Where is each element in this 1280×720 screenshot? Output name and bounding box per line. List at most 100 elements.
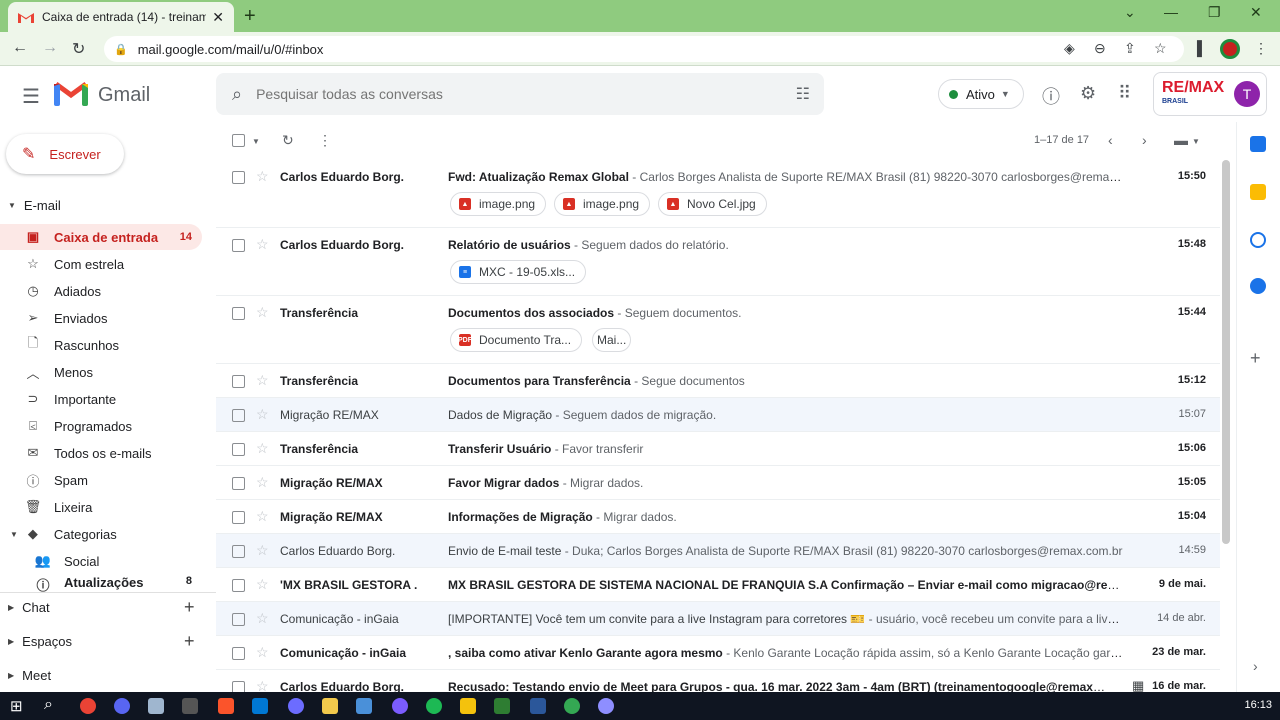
search-options-icon[interactable]: ☷ xyxy=(796,84,810,104)
zoom-icon[interactable]: ⊖ xyxy=(1094,40,1106,57)
row-checkbox[interactable] xyxy=(232,613,245,626)
add-chat-icon[interactable]: + xyxy=(184,597,195,618)
discord-taskbar-icon[interactable] xyxy=(114,698,130,714)
email-row[interactable]: ☆ Carlos Eduardo Borg. Fwd: Atualização … xyxy=(216,160,1220,228)
restore-icon[interactable]: ❐ xyxy=(1208,4,1221,21)
star-icon[interactable]: ☆ xyxy=(256,168,269,185)
select-all-checkbox[interactable] xyxy=(232,134,245,150)
tab-search-icon[interactable]: ⌄ xyxy=(1124,4,1136,21)
account-switcher[interactable]: RE/MAX BRASIL T xyxy=(1153,72,1267,116)
row-checkbox[interactable] xyxy=(232,307,245,320)
settings-taskbar-icon[interactable] xyxy=(598,698,614,714)
new-tab-icon[interactable]: + xyxy=(244,5,256,28)
spaces-section[interactable]: ▶ Espaços + xyxy=(8,631,208,652)
extension-eye-icon[interactable]: ◈ xyxy=(1064,40,1075,57)
search-input[interactable] xyxy=(256,86,757,102)
attachment-chip[interactable]: ▲ image.png xyxy=(450,192,547,216)
email-row[interactable]: ☆ Transferência Documentos dos associado… xyxy=(216,296,1220,364)
chrome-profile-taskbar-icon[interactable] xyxy=(564,698,580,714)
email-row[interactable]: ☆ Comunicação - inGaia [IMPORTANTE] Você… xyxy=(216,602,1220,636)
audio-app-taskbar-icon[interactable] xyxy=(182,698,198,714)
browser-profile-icon[interactable] xyxy=(1220,39,1240,59)
row-checkbox[interactable] xyxy=(232,375,245,388)
star-icon[interactable]: ☆ xyxy=(256,474,269,491)
sidebar-item-scheduled[interactable]: ⍃ Programados xyxy=(0,413,202,439)
row-checkbox[interactable] xyxy=(232,511,245,524)
browser-tab[interactable]: Caixa de entrada (14) - treinamentogoogl… xyxy=(8,2,234,32)
density-icon[interactable]: ▬ xyxy=(1174,132,1188,148)
compose-button[interactable]: ✎ Escrever xyxy=(6,134,124,174)
star-icon[interactable]: ☆ xyxy=(256,372,269,389)
email-row[interactable]: ☆ 'MX BRASIL GESTORA . MX BRASIL GESTORA… xyxy=(216,568,1220,602)
search-icon[interactable]: ⌕ xyxy=(232,84,242,105)
sidebar-item-categories[interactable]: ▼ ◆ Categorias xyxy=(0,521,202,547)
attachment-chip[interactable]: ▲ image.png xyxy=(554,192,651,216)
star-icon[interactable]: ☆ xyxy=(256,576,269,593)
star-icon[interactable]: ☆ xyxy=(256,508,269,525)
keep-app-icon[interactable] xyxy=(1250,184,1266,200)
sidebar-item-starred[interactable]: ☆ Com estrela xyxy=(0,251,202,277)
sidebar-item-snoozed[interactable]: ◷ Adiados xyxy=(0,278,202,304)
minimize-icon[interactable]: — xyxy=(1164,4,1178,20)
apps-grid-icon[interactable]: ⠿ xyxy=(1118,83,1131,104)
email-row[interactable]: ☆ Carlos Eduardo Borg. Envio de E-mail t… xyxy=(216,534,1220,568)
density-dropdown-icon[interactable]: ▼ xyxy=(1192,137,1200,146)
more-options-icon[interactable]: ⋮ xyxy=(318,132,332,149)
sidebar-item-inbox[interactable]: ▣ Caixa de entrada 14 xyxy=(0,224,202,250)
email-list-scrollbar[interactable] xyxy=(1222,160,1230,544)
app-taskbar-icon[interactable] xyxy=(288,698,304,714)
email-row[interactable]: ☆ Carlos Eduardo Borg. Recusado: Testand… xyxy=(216,670,1220,692)
notepad-taskbar-icon[interactable] xyxy=(148,698,164,714)
reload-icon[interactable]: ↻ xyxy=(72,39,85,59)
window-close-icon[interactable]: ✕ xyxy=(1250,4,1262,21)
row-checkbox[interactable] xyxy=(232,647,245,660)
star-icon[interactable]: ☆ xyxy=(256,542,269,559)
row-checkbox[interactable] xyxy=(232,239,245,252)
attachment-chip[interactable]: ≡ MXC - 19-05.xls... xyxy=(450,260,587,284)
email-row[interactable]: ☆ Transferência Documentos para Transfer… xyxy=(216,364,1220,398)
word-taskbar-icon[interactable] xyxy=(530,698,546,714)
tab-close-icon[interactable]: ✕ xyxy=(212,9,224,26)
star-icon[interactable]: ☆ xyxy=(256,610,269,627)
sidebar-item-less[interactable]: ︿ Menos xyxy=(0,359,202,385)
address-bar[interactable]: 🔒 mail.google.com/mail/u/0/#inbox xyxy=(104,36,1184,62)
windows-start-icon[interactable]: ⊞ xyxy=(10,697,23,715)
avatar[interactable]: T xyxy=(1234,81,1260,107)
sidebar-item-drafts[interactable]: 🗋 Rascunhos xyxy=(0,332,202,358)
sidebar-item-updates[interactable]: ⓘ Atualizações 8 xyxy=(0,575,202,592)
meet-section[interactable]: ▶ Meet xyxy=(8,668,208,683)
sidebar-item-sent[interactable]: ➢ Enviados xyxy=(0,305,202,331)
select-dropdown-icon[interactable]: ▼ xyxy=(252,137,260,146)
star-icon[interactable]: ☆ xyxy=(256,304,269,321)
taskbar-search-icon[interactable]: ⌕ xyxy=(44,696,53,714)
email-row[interactable]: ☆ Migração RE/MAX Dados de Migração - Se… xyxy=(216,398,1220,432)
side-panel-icon[interactable]: ▐ xyxy=(1192,40,1202,56)
row-checkbox[interactable] xyxy=(232,579,245,592)
expand-panel-icon[interactable]: › xyxy=(1253,658,1258,674)
brave-taskbar-icon[interactable] xyxy=(218,698,234,714)
attachment-chip[interactable]: Mai... xyxy=(592,328,632,352)
row-checkbox[interactable] xyxy=(232,545,245,558)
contacts-app-icon[interactable] xyxy=(1250,278,1266,294)
solitaire-taskbar-icon[interactable] xyxy=(494,698,510,714)
attachment-chip[interactable]: PDF Documento Tra... xyxy=(450,328,583,352)
row-checkbox[interactable] xyxy=(232,443,245,456)
browser-menu-icon[interactable]: ⋮ xyxy=(1254,40,1268,57)
add-space-icon[interactable]: + xyxy=(184,631,195,652)
sidebar-item-trash[interactable]: 🗑 Lixeira xyxy=(0,494,202,520)
add-addon-icon[interactable]: + xyxy=(1250,348,1261,369)
next-page-icon[interactable]: › xyxy=(1142,132,1147,148)
row-checkbox[interactable] xyxy=(232,409,245,422)
email-row[interactable]: ☆ Migração RE/MAX Informações de Migraçã… xyxy=(216,500,1220,534)
sidebar-item-spam[interactable]: ⓘ Spam xyxy=(0,467,202,493)
email-row[interactable]: ☆ Carlos Eduardo Borg. Relatório de usuá… xyxy=(216,228,1220,296)
star-icon[interactable]: ☆ xyxy=(256,236,269,253)
attachment-chip[interactable]: ▲ Novo Cel.jpg xyxy=(658,192,767,216)
email-row[interactable]: ☆ Migração RE/MAX Favor Migrar dados - M… xyxy=(216,466,1220,500)
settings-gear-icon[interactable]: ⚙ xyxy=(1080,83,1096,104)
share-icon[interactable]: ⇪ xyxy=(1124,40,1136,57)
sidebar-item-important[interactable]: ⊃ Importante xyxy=(0,386,202,412)
star-icon[interactable]: ☆ xyxy=(256,678,269,692)
bookmark-star-icon[interactable]: ☆ xyxy=(1154,40,1167,57)
row-checkbox[interactable] xyxy=(232,477,245,490)
